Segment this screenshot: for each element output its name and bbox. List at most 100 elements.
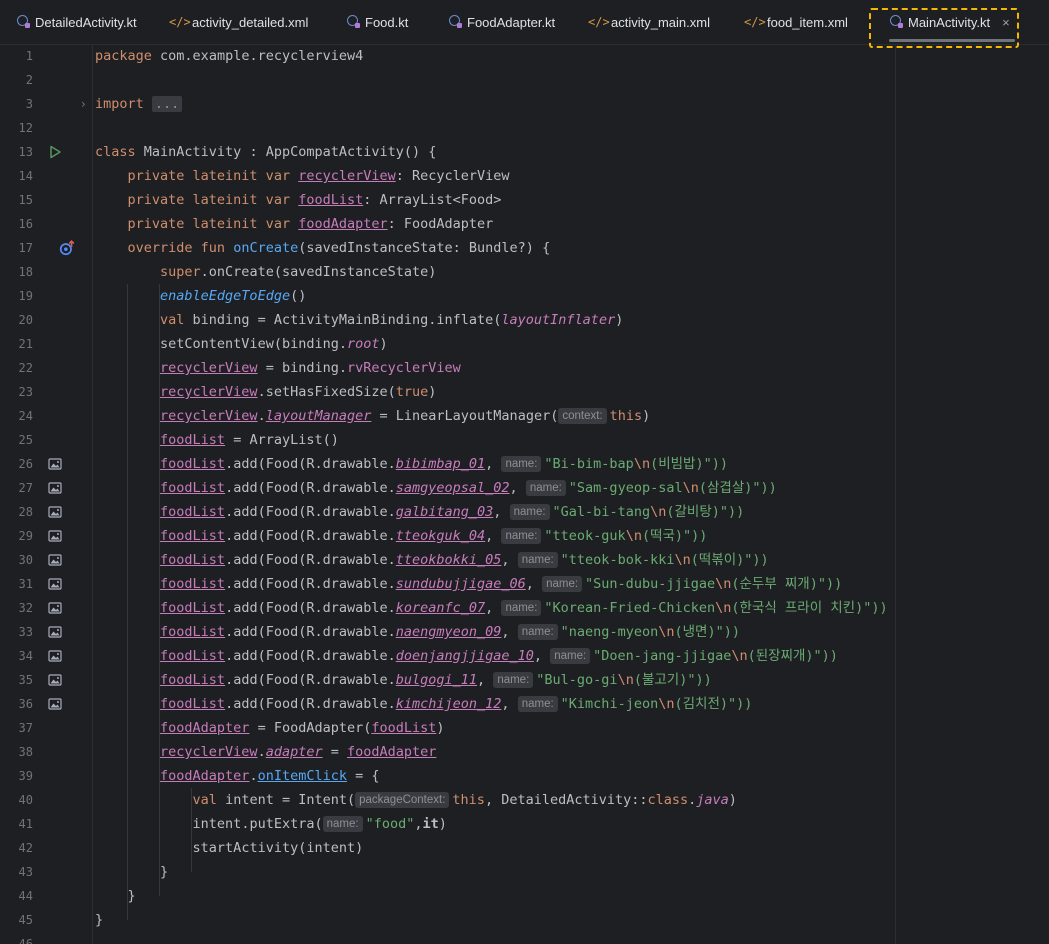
code-line: 13 class MainActivity : AppCompatActivit… [0, 140, 1049, 164]
code-text: package com.example.recyclerview4 [95, 48, 364, 64]
line-number: 23 [18, 385, 33, 399]
image-resource-icon[interactable] [48, 673, 62, 687]
code-text: } [127, 888, 136, 904]
line-number: 44 [18, 889, 33, 903]
code-line: 33 foodList.add(Food(R.drawable.naengmye… [0, 620, 1049, 644]
code-line: 1 package com.example.recyclerview4 [0, 44, 1049, 68]
image-resource-icon[interactable] [48, 481, 62, 495]
code-text: } [160, 864, 169, 880]
line-number: 37 [18, 721, 33, 735]
code-text: val intent = Intent(packageContext: this,… [192, 792, 737, 808]
image-resource-icon[interactable] [48, 457, 62, 471]
tab-label: Food.kt [365, 14, 409, 30]
line-number: 35 [18, 673, 33, 687]
code-text: foodList = ArrayList() [160, 432, 339, 448]
parameter-hint: name: [517, 696, 558, 712]
line-number: 34 [18, 649, 33, 663]
tab-food-kt[interactable]: Food.kt [342, 0, 408, 44]
tab-activity-detailed-xml[interactable]: </> activity_detailed.xml [169, 0, 308, 44]
code-line: 36 foodList.add(Food(R.drawable.kimchije… [0, 692, 1049, 716]
code-line: 3 › import ... [0, 92, 1049, 116]
code-line: 26 foodList.add(Food(R.drawable.bibimbap… [0, 452, 1049, 476]
code-text: } [95, 912, 104, 928]
line-number: 45 [18, 913, 33, 927]
code-line: 28 foodList.add(Food(R.drawable.galbitan… [0, 500, 1049, 524]
code-text: recyclerView.layoutManager = LinearLayou… [160, 408, 651, 424]
code-text: foodList.add(Food(R.drawable.sundubujjig… [160, 576, 843, 592]
parameter-hint: name: [493, 672, 534, 688]
code-line: 39 foodAdapter.onItemClick = { [0, 764, 1049, 788]
parameter-hint: context: [558, 408, 607, 424]
code-line: 22 recyclerView = binding.rvRecyclerView [0, 356, 1049, 380]
line-number: 2 [25, 73, 33, 87]
line-number: 43 [18, 865, 33, 879]
code-line: 45 } [0, 908, 1049, 932]
code-text: super.onCreate(savedInstanceState) [160, 264, 437, 280]
code-line: 12 [0, 116, 1049, 140]
code-editor[interactable]: 1 package com.example.recyclerview4 2 3 … [0, 44, 1049, 944]
code-line: 35 foodList.add(Food(R.drawable.bulgogi_… [0, 668, 1049, 692]
line-number: 33 [18, 625, 33, 639]
active-tab-highlight [869, 8, 1019, 48]
line-number: 12 [18, 121, 33, 135]
tab-food-item-xml[interactable]: </> food_item.xml [744, 0, 848, 44]
image-resource-icon[interactable] [48, 553, 62, 567]
code-text: private lateinit var recyclerView: Recyc… [127, 168, 510, 184]
code-line: 38 recyclerView.adapter = foodAdapter [0, 740, 1049, 764]
code-text: setContentView(binding.root) [160, 336, 388, 352]
code-text: foodList.add(Food(R.drawable.koreanfc_07… [160, 600, 888, 616]
tab-detailedactivity-kt[interactable]: DetailedActivity.kt [12, 0, 137, 44]
code-text: private lateinit var foodList: ArrayList… [127, 192, 502, 208]
code-text: foodList.add(Food(R.drawable.tteokguk_04… [160, 528, 708, 544]
editor-tab-bar: DetailedActivity.kt </> activity_detaile… [0, 0, 1049, 48]
parameter-hint: name: [517, 624, 558, 640]
code-line: 37 foodAdapter = FoodAdapter(foodList) [0, 716, 1049, 740]
line-number: 46 [18, 937, 33, 944]
image-resource-icon[interactable] [48, 649, 62, 663]
code-text: recyclerView = binding.rvRecyclerView [160, 360, 461, 376]
code-text: intent.putExtra(name: "food",it) [192, 816, 447, 832]
image-resource-icon[interactable] [48, 529, 62, 543]
code-text: val binding = ActivityMainBinding.inflat… [160, 312, 624, 328]
code-text: recyclerView.setHasFixedSize(true) [160, 384, 437, 400]
parameter-hint: packageContext: [355, 792, 450, 808]
parameter-hint: name: [322, 816, 363, 832]
ide-window: DetailedActivity.kt </> activity_detaile… [0, 0, 1049, 944]
run-icon[interactable] [48, 145, 62, 159]
code-text: foodList.add(Food(R.drawable.tteokbokki_… [160, 552, 769, 568]
code-text: foodList.add(Food(R.drawable.bibimbap_01… [160, 456, 728, 472]
image-resource-icon[interactable] [48, 577, 62, 591]
code-line: 2 [0, 68, 1049, 92]
override-icon[interactable] [59, 240, 75, 256]
parameter-hint: name: [501, 600, 542, 616]
chevron-right-icon[interactable]: › [81, 92, 86, 116]
code-line: 30 foodList.add(Food(R.drawable.tteokbok… [0, 548, 1049, 572]
image-resource-icon[interactable] [48, 505, 62, 519]
line-number: 26 [18, 457, 33, 471]
line-number: 25 [18, 433, 33, 447]
image-resource-icon[interactable] [48, 625, 62, 639]
line-number: 16 [18, 217, 33, 231]
line-number: 24 [18, 409, 33, 423]
code-text: class MainActivity : AppCompatActivity()… [95, 144, 437, 160]
folded-region[interactable]: ... [151, 96, 183, 112]
code-line: 27 foodList.add(Food(R.drawable.samgyeop… [0, 476, 1049, 500]
parameter-hint: name: [517, 552, 558, 568]
line-number: 1 [25, 49, 33, 63]
code-line: 19 enableEdgeToEdge() [0, 284, 1049, 308]
tab-label: food_item.xml [767, 14, 848, 30]
line-number: 42 [18, 841, 33, 855]
line-number: 39 [18, 769, 33, 783]
line-number: 31 [18, 577, 33, 591]
image-resource-icon[interactable] [48, 601, 62, 615]
code-text: private lateinit var foodAdapter: FoodAd… [127, 216, 494, 232]
tab-foodadapter-kt[interactable]: FoodAdapter.kt [444, 0, 555, 44]
code-line: 24 recyclerView.layoutManager = LinearLa… [0, 404, 1049, 428]
code-line: 20 val binding = ActivityMainBinding.inf… [0, 308, 1049, 332]
line-number: 28 [18, 505, 33, 519]
line-number: 30 [18, 553, 33, 567]
image-resource-icon[interactable] [48, 697, 62, 711]
line-number: 20 [18, 313, 33, 327]
code-text: foodList.add(Food(R.drawable.samgyeopsal… [160, 480, 777, 496]
tab-activity-main-xml[interactable]: </> activity_main.xml [588, 0, 710, 44]
